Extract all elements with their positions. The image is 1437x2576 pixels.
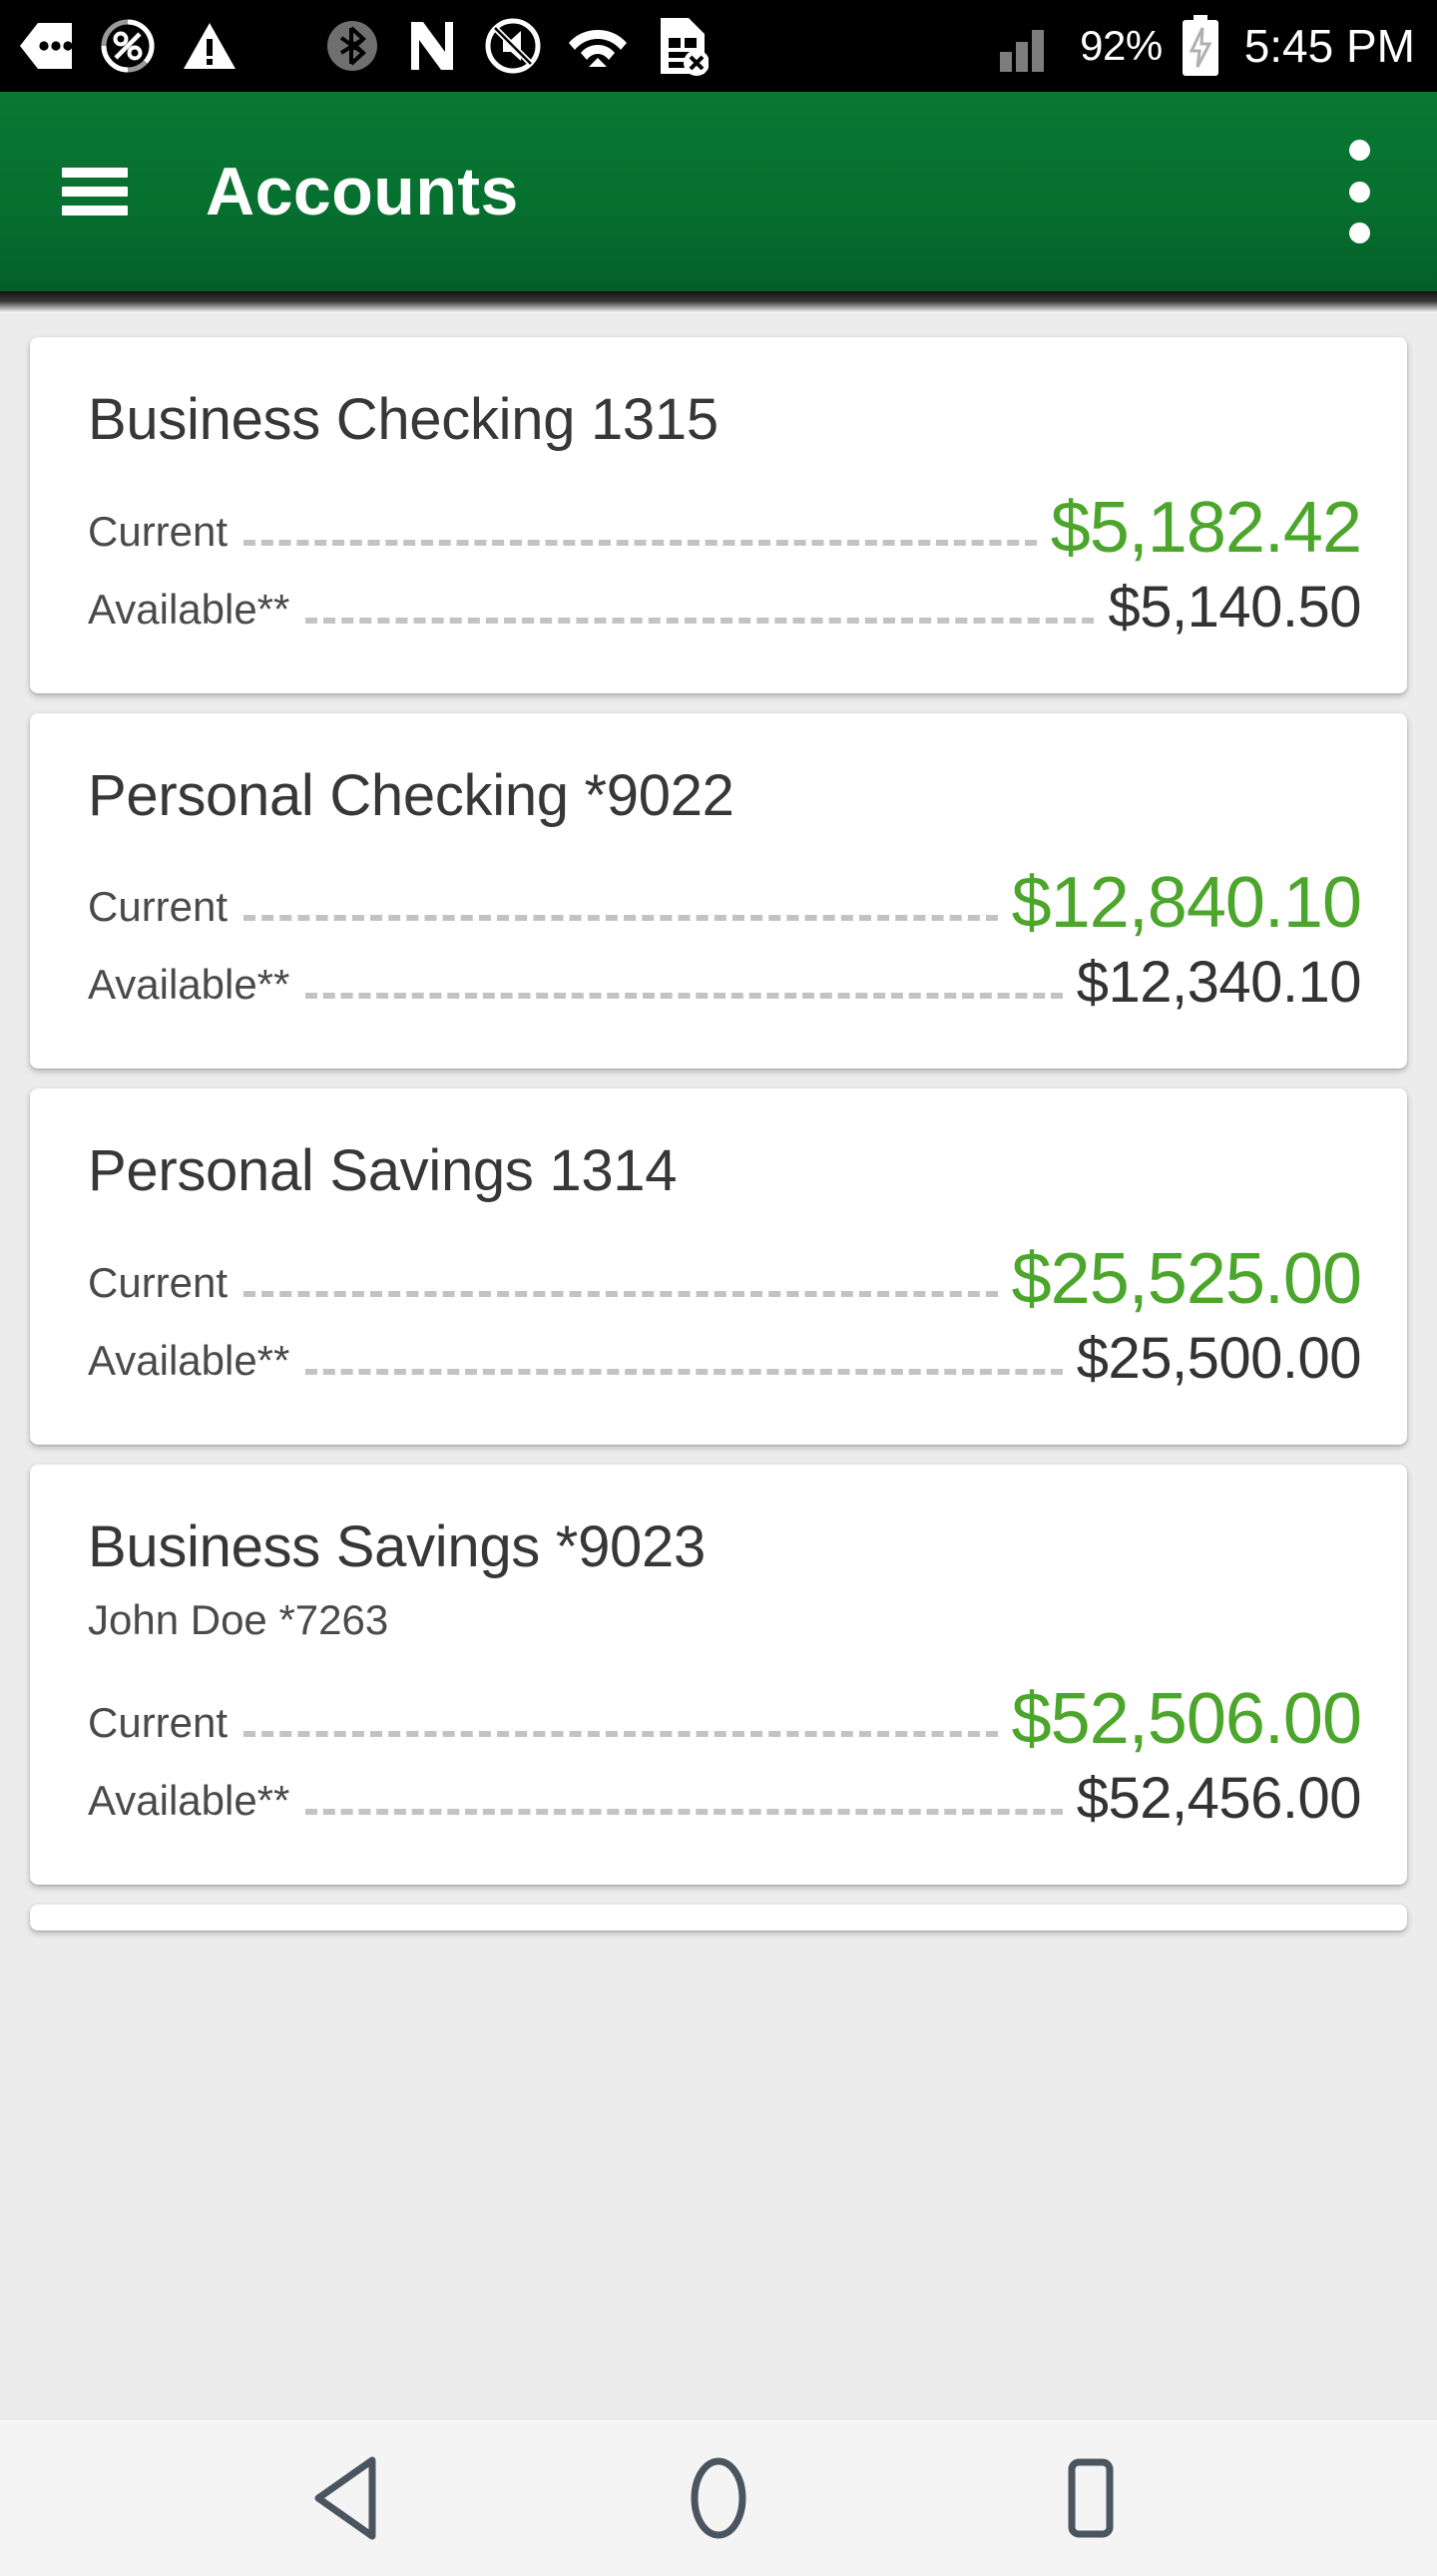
available-balance-label: Available** (88, 1776, 290, 1824)
dotted-leader (243, 1290, 998, 1297)
home-button[interactable] (644, 2443, 793, 2553)
dotted-leader (305, 1368, 1063, 1375)
hamburger-line (62, 206, 128, 215)
battery-percent-label: 92% (1080, 22, 1163, 69)
account-card[interactable]: Business Savings *9023 John Doe *7263 Cu… (30, 1464, 1407, 1885)
current-balance-value: $5,182.42 (1050, 487, 1362, 568)
available-balance-label: Available** (88, 1336, 290, 1384)
sim-card-error-icon (661, 18, 709, 76)
available-balance-label: Available** (88, 585, 290, 633)
page-title: Accounts (206, 154, 519, 229)
current-balance-value: $52,506.00 (1011, 1678, 1362, 1759)
wifi-icon (569, 30, 627, 67)
available-balance-row: Available** $12,340.10 (88, 950, 1362, 1021)
current-balance-label: Current (88, 1698, 229, 1746)
cellular-signal-icon (1000, 20, 1061, 72)
android-navigation-bar (0, 2418, 1437, 2576)
available-balance-label: Available** (88, 961, 290, 1009)
current-balance-value: $12,840.10 (1011, 863, 1362, 944)
back-button[interactable] (271, 2443, 421, 2553)
app-bar: Accounts (0, 92, 1437, 291)
available-balance-value: $12,340.10 (1076, 950, 1362, 1016)
dotted-leader (305, 1808, 1063, 1815)
charging-battery-icon (1182, 15, 1218, 76)
more-notifications-icon (20, 23, 73, 69)
current-balance-label: Current (88, 507, 229, 555)
back-triangle-icon (314, 2456, 376, 2539)
balance-rows: Current $52,506.00 Available** $52,456.0… (88, 1677, 1362, 1837)
account-title: Personal Savings 1314 (88, 1138, 678, 1204)
warning-triangle-icon (184, 23, 236, 69)
status-bar-clock: 5:45 PM (1243, 20, 1415, 72)
balance-rows: Current $12,840.10 Available** $12,340.1… (88, 861, 1362, 1021)
available-balance-row: Available** $5,140.50 (88, 576, 1361, 645)
available-balance-value: $25,500.00 (1076, 1325, 1362, 1391)
current-balance-label: Current (88, 1258, 229, 1306)
current-balance-row: Current $25,525.00 (88, 1237, 1362, 1315)
available-balance-row: Available** $25,500.00 (88, 1325, 1362, 1397)
current-balance-row: Current $52,506.00 (88, 1677, 1362, 1755)
hamburger-line (62, 168, 128, 178)
home-circle-icon (691, 2457, 746, 2538)
bluetooth-icon (327, 21, 377, 71)
current-balance-row: Current $5,182.42 (88, 486, 1362, 564)
hamburger-line (62, 187, 128, 197)
dotted-leader (305, 993, 1063, 1000)
overflow-menu-icon[interactable] (1345, 140, 1373, 243)
dotted-leader (243, 539, 1037, 546)
account-title: Business Savings *9023 (88, 1513, 706, 1579)
account-card[interactable]: Business Checking 1315 Current $5,182.42… (30, 337, 1407, 693)
status-bar: 92% 5:45 PM (0, 0, 1437, 92)
ringer-off-icon (485, 18, 541, 74)
app-bar-shadow (0, 291, 1437, 313)
overflow-dot (1348, 181, 1370, 203)
dotted-leader (305, 617, 1095, 624)
status-bar-system-icons: 92% 5:45 PM (1000, 15, 1415, 77)
data-saver-percent-icon (101, 19, 155, 73)
status-bar-notification-icons (18, 16, 709, 76)
available-balance-value: $52,456.00 (1076, 1765, 1362, 1831)
recents-square-icon (1068, 2458, 1114, 2537)
overflow-dot (1348, 222, 1370, 243)
dotted-leader (243, 915, 998, 922)
account-subtitle: John Doe *7263 (88, 1595, 389, 1643)
recents-button[interactable] (1016, 2443, 1166, 2553)
available-balance-row: Available** $52,456.00 (88, 1765, 1362, 1837)
account-title: Personal Checking *9022 (88, 762, 734, 828)
balance-rows: Current $5,182.42 Available** $5,140.50 (88, 486, 1362, 645)
account-card[interactable]: Personal Savings 1314 Current $25,525.00… (30, 1088, 1407, 1445)
account-card-partial[interactable] (30, 1904, 1407, 1931)
dotted-leader (243, 1730, 998, 1737)
account-card[interactable]: Personal Checking *9022 Current $12,840.… (30, 712, 1407, 1070)
overflow-dot (1348, 140, 1370, 161)
nfc-icon (411, 22, 453, 70)
accounts-list[interactable]: Business Checking 1315 Current $5,182.42… (0, 313, 1437, 2418)
available-balance-value: $5,140.50 (1108, 574, 1361, 640)
current-balance-label: Current (88, 883, 229, 931)
current-balance-row: Current $12,840.10 (88, 861, 1362, 939)
account-title: Business Checking 1315 (88, 387, 718, 452)
hamburger-menu-icon[interactable] (62, 168, 128, 215)
balance-rows: Current $25,525.00 Available** $25,500.0… (88, 1237, 1362, 1397)
current-balance-value: $25,525.00 (1011, 1238, 1362, 1319)
